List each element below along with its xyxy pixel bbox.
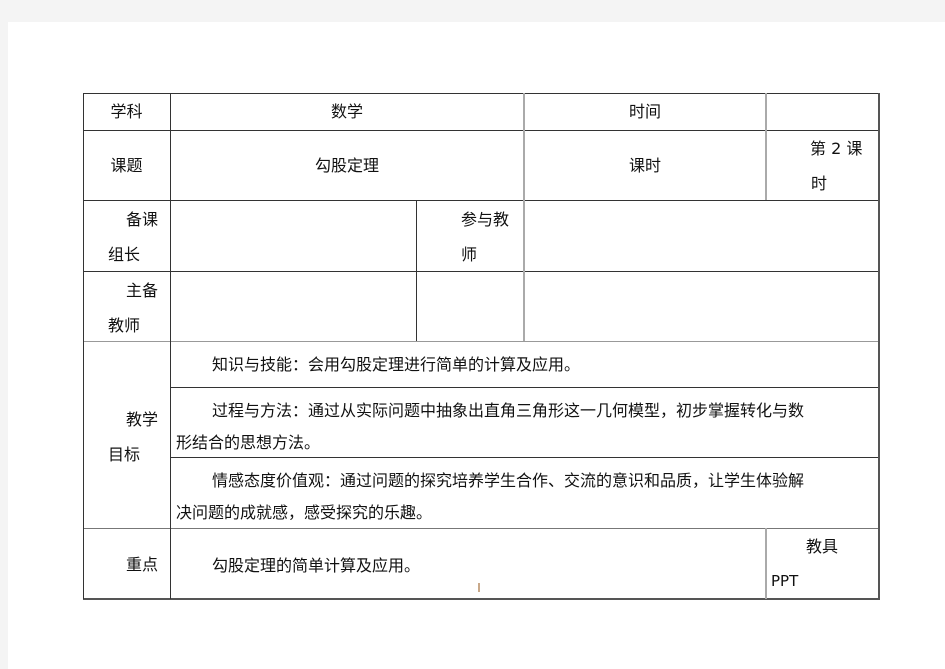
main-teacher-value[interactable] — [170, 272, 416, 341]
subject-value[interactable]: 数学 — [170, 94, 524, 130]
period-label: 课时 — [628, 156, 661, 175]
time-label: 时间 — [628, 102, 661, 121]
objectives-label-line2: 目标 — [108, 445, 141, 464]
subject-label: 学科 — [110, 102, 143, 121]
period-value-line2: 时 — [811, 174, 828, 193]
participants-value[interactable] — [524, 201, 879, 271]
page-number-marker — [478, 583, 480, 592]
objective-process-line1: 过程与方法：通过从实际问题中抽象出直角三角形这一几何模型，初步掌握转化与数 — [212, 401, 805, 420]
key-point-value[interactable]: 勾股定理的简单计算及应用。 — [212, 548, 752, 583]
participants-label-line2: 师 — [461, 245, 478, 264]
period-value-line1[interactable]: 第 2 课 — [810, 131, 879, 166]
table-border — [416, 200, 417, 341]
objective-knowledge: 知识与技能：会用勾股定理进行简单的计算及应用。 — [212, 355, 581, 374]
topic-label: 课题 — [110, 156, 143, 175]
objectives-label-line1: 教学 — [126, 410, 159, 429]
tools-value[interactable]: PPT — [771, 564, 871, 599]
table-border — [878, 93, 880, 599]
table-border — [765, 528, 767, 599]
objective-emotion-line2: 决问题的成就感，感受探究的乐趣。 — [176, 503, 433, 522]
table-border — [83, 598, 880, 600]
table-border — [170, 387, 879, 388]
objective-process-line2: 形结合的思想方法。 — [176, 433, 321, 452]
objective-emotion-line1: 情感态度价值观：通过问题的探究培养学生合作、交流的意识和品质，让学生体验解 — [212, 471, 805, 490]
tools-label: 教具 — [806, 537, 839, 556]
topic-value[interactable]: 勾股定理 — [170, 148, 524, 183]
leader-label-line2: 组长 — [108, 245, 141, 264]
main-teacher-label-line1: 主备 — [126, 281, 159, 300]
participants-label-line1: 参与教 — [461, 210, 510, 229]
table-border — [83, 130, 879, 131]
leader-value[interactable] — [170, 201, 416, 271]
time-value[interactable] — [766, 94, 879, 130]
leader-label-line1: 备课 — [126, 210, 159, 229]
main-teacher-label-line2: 教师 — [108, 316, 141, 335]
key-point-label: 重点 — [126, 555, 159, 574]
table-border — [83, 341, 879, 342]
